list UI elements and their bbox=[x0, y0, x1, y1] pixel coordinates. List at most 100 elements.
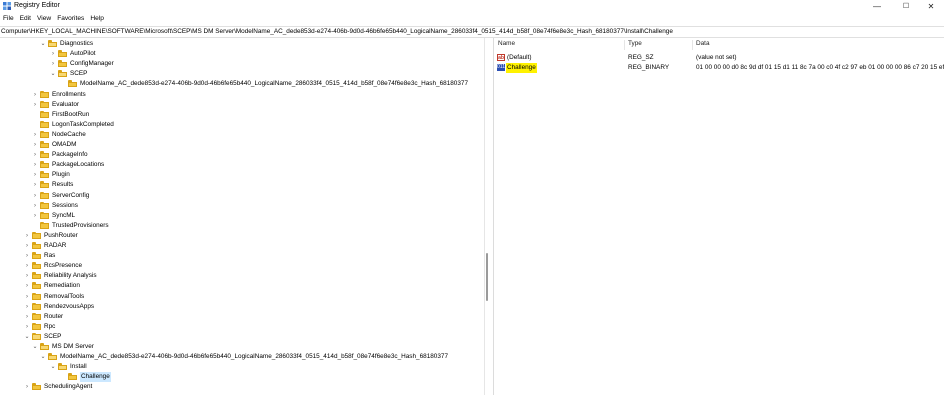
collapse-chevron-icon[interactable]: ⌄ bbox=[24, 332, 30, 342]
close-button[interactable]: ✕ bbox=[918, 0, 944, 12]
collapse-chevron-icon[interactable]: ⌄ bbox=[40, 352, 46, 362]
expand-chevron-icon[interactable]: › bbox=[32, 90, 38, 100]
expand-chevron-icon[interactable]: › bbox=[32, 160, 38, 170]
expand-chevron-icon[interactable]: › bbox=[32, 170, 38, 180]
tree-node[interactable]: › Reliability Analysis bbox=[0, 271, 480, 281]
column-separator[interactable] bbox=[692, 40, 693, 50]
value-data: 01 00 00 00 d0 8c 9d df 01 15 d1 11 8c 7… bbox=[696, 64, 944, 71]
tree-node[interactable]: › OMADM bbox=[0, 140, 480, 150]
tree-node[interactable]: › Remediation bbox=[0, 281, 480, 291]
value-row-challenge[interactable]: 011 Challenge REG_BINARY 01 00 00 00 d0 … bbox=[494, 63, 944, 73]
expand-chevron-icon[interactable]: › bbox=[24, 251, 30, 261]
value-row-default[interactable]: ab (Default) REG_SZ (value not set) bbox=[494, 53, 944, 63]
expand-chevron-icon[interactable]: › bbox=[24, 312, 30, 322]
tree-node-label: Results bbox=[52, 181, 74, 189]
collapse-chevron-icon[interactable]: ⌄ bbox=[50, 362, 56, 372]
window-title: Registry Editor bbox=[14, 2, 60, 9]
tree-scrollbar[interactable] bbox=[485, 38, 490, 395]
folder-icon bbox=[48, 40, 57, 47]
column-header-type[interactable]: Type bbox=[628, 40, 642, 47]
menu-favorites[interactable]: Favorites bbox=[54, 14, 87, 24]
tree-node[interactable]: › NodeCache bbox=[0, 130, 480, 140]
expand-chevron-icon[interactable]: › bbox=[32, 140, 38, 150]
tree-node[interactable]: › Ras bbox=[0, 251, 480, 261]
expand-chevron-icon[interactable]: › bbox=[32, 130, 38, 140]
expand-chevron-icon[interactable]: › bbox=[32, 180, 38, 190]
tree-node[interactable]: ⌄ ModelName_AC_dede853d-e274-406b-9d0d-46… bbox=[0, 352, 480, 362]
value-data: (value not set) bbox=[696, 54, 737, 61]
collapse-chevron-icon[interactable]: ⌄ bbox=[50, 69, 56, 79]
tree-node[interactable]: › RcsPresence bbox=[0, 261, 480, 271]
tree-node[interactable]: › AutoPilot bbox=[0, 49, 480, 59]
tree-node[interactable]: › Evaluator bbox=[0, 100, 480, 110]
value-name: (Default) bbox=[507, 54, 532, 61]
tree-node-label: ModelName_AC_dede853d-e274-406b-9d0d-46b… bbox=[80, 80, 469, 88]
tree-node[interactable]: › RemovalTools bbox=[0, 292, 480, 302]
expand-chevron-icon[interactable]: › bbox=[24, 241, 30, 251]
tree-node[interactable]: ⌄ Diagnostics bbox=[0, 39, 480, 49]
tree-node-label: SCEP bbox=[70, 70, 88, 78]
menu-edit[interactable]: Edit bbox=[17, 14, 34, 24]
tree-node[interactable]: › ConfigManager bbox=[0, 59, 480, 69]
folder-icon bbox=[32, 282, 41, 290]
tree-node-label: Diagnostics bbox=[60, 40, 94, 47]
tree-node[interactable]: › SyncML bbox=[0, 211, 480, 221]
tree-node[interactable]: › PushRouter bbox=[0, 231, 480, 241]
tree-node[interactable]: › PackageLocations bbox=[0, 160, 480, 170]
tree-node-label: ServerConfig bbox=[52, 191, 90, 199]
tree-node[interactable]: ⌄ Install bbox=[0, 362, 480, 372]
maximize-button[interactable]: ☐ bbox=[893, 0, 919, 12]
expand-chevron-icon[interactable]: › bbox=[24, 322, 30, 332]
tree-node[interactable]: › Plugin bbox=[0, 170, 480, 180]
expand-chevron-icon[interactable]: › bbox=[50, 49, 56, 59]
expand-chevron-icon[interactable]: › bbox=[32, 100, 38, 110]
title-bar: Registry Editor — ☐ ✕ bbox=[0, 0, 944, 12]
expand-chevron-icon[interactable]: › bbox=[24, 271, 30, 281]
tree-node[interactable]: › Results bbox=[0, 180, 480, 190]
collapse-chevron-icon[interactable]: ⌄ bbox=[32, 342, 38, 352]
tree-node[interactable]: › RendezvousApps bbox=[0, 302, 480, 312]
tree-node[interactable]: ⌄ SCEP bbox=[0, 332, 480, 342]
folder-icon bbox=[32, 332, 41, 340]
tree-node[interactable]: › Router bbox=[0, 312, 480, 322]
tree-node[interactable]: ModelName_AC_dede853d-e274-406b-9d0d-46b… bbox=[0, 79, 480, 89]
address-bar[interactable]: Computer\HKEY_LOCAL_MACHINE\SOFTWARE\Mic… bbox=[0, 26, 944, 38]
tree-node[interactable]: ⌄ SCEP bbox=[0, 69, 480, 79]
tree-node[interactable]: › Rpc bbox=[0, 322, 480, 332]
expand-chevron-icon[interactable]: › bbox=[32, 191, 38, 201]
tree-node[interactable]: › Sessions bbox=[0, 201, 480, 211]
tree-node[interactable]: › PackageInfo bbox=[0, 150, 480, 160]
expand-chevron-icon[interactable]: › bbox=[32, 211, 38, 221]
expand-chevron-icon[interactable]: › bbox=[32, 201, 38, 211]
menu-view[interactable]: View bbox=[34, 14, 54, 24]
expand-chevron-icon[interactable]: › bbox=[24, 261, 30, 271]
tree-node[interactable]: Challenge bbox=[0, 372, 480, 383]
column-separator[interactable] bbox=[624, 40, 625, 50]
expand-chevron-icon[interactable]: › bbox=[24, 231, 30, 241]
expand-chevron-icon[interactable]: › bbox=[24, 382, 30, 392]
tree-node[interactable]: › ServerConfig bbox=[0, 191, 480, 201]
minimize-button[interactable]: — bbox=[864, 0, 890, 12]
expand-chevron-icon[interactable]: › bbox=[24, 281, 30, 291]
tree-node-label: NodeCache bbox=[52, 130, 86, 138]
folder-icon bbox=[40, 100, 49, 108]
collapse-chevron-icon[interactable]: ⌄ bbox=[40, 39, 46, 49]
tree-node-label: Reliability Analysis bbox=[44, 272, 97, 280]
column-header-data[interactable]: Data bbox=[696, 40, 710, 47]
tree-node[interactable]: FirstBootRun bbox=[0, 110, 480, 120]
tree-node[interactable]: LogonTaskCompleted bbox=[0, 120, 480, 130]
expand-chevron-icon[interactable]: › bbox=[24, 292, 30, 302]
expand-chevron-icon[interactable]: › bbox=[50, 59, 56, 69]
column-header-name[interactable]: Name bbox=[498, 40, 515, 47]
tree-node[interactable]: › SchedulingAgent bbox=[0, 382, 480, 392]
tree-node[interactable]: › RADAR bbox=[0, 241, 480, 251]
tree-node[interactable]: › Enrollments bbox=[0, 90, 480, 100]
menu-help[interactable]: Help bbox=[87, 14, 107, 24]
folder-icon bbox=[40, 221, 49, 229]
menu-file[interactable]: File bbox=[0, 14, 17, 24]
expand-chevron-icon[interactable]: › bbox=[32, 150, 38, 160]
scrollbar-thumb[interactable] bbox=[486, 253, 488, 301]
tree-node[interactable]: ⌄ MS DM Server bbox=[0, 342, 480, 352]
expand-chevron-icon[interactable]: › bbox=[24, 302, 30, 312]
tree-node[interactable]: TrustedProvisioners bbox=[0, 221, 480, 231]
